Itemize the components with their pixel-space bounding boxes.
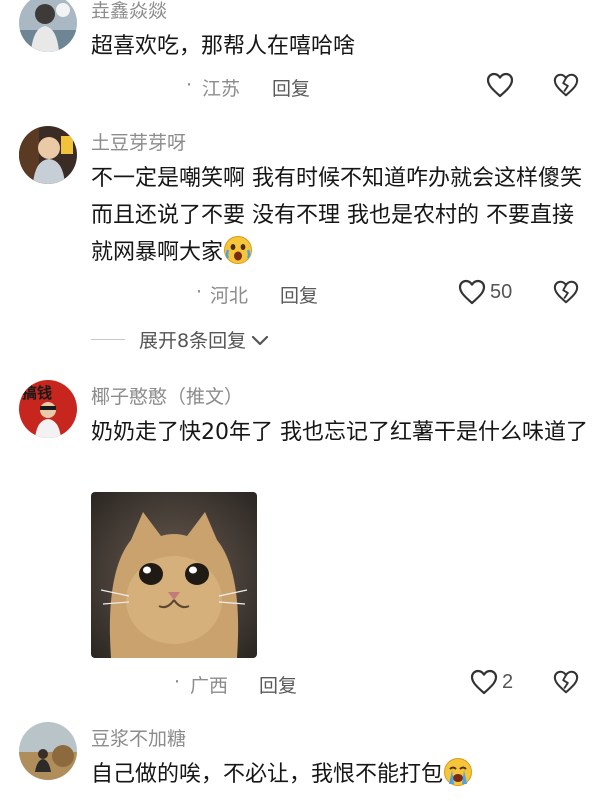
username[interactable]: 椰子憨憨（推文）: [91, 382, 243, 409]
meta-dot: ·: [174, 671, 181, 693]
location-label: 河北: [210, 285, 249, 307]
avatar[interactable]: 搞钱: [19, 380, 77, 438]
comment-text: 奶奶走了快20年了 我也忘记了红薯干是什么味道了: [91, 420, 588, 445]
location-label: 江苏: [202, 78, 241, 100]
avatar[interactable]: [19, 0, 77, 52]
cat-photo[interactable]: [91, 492, 257, 658]
dislike-button[interactable]: [553, 72, 579, 102]
avatar[interactable]: [19, 126, 77, 184]
dislike-button[interactable]: [553, 669, 579, 699]
heart-outline-icon: [486, 72, 514, 98]
location-label: 广西: [190, 675, 229, 697]
reply-button[interactable]: 回复: [259, 671, 297, 698]
comment-text-body: 不一定是嘲笑啊 我有时候不知道咋办就会这样傻笑 而且还说了不要 没有不理 我也是…: [91, 166, 582, 265]
heart-outline-icon: [470, 669, 498, 695]
username[interactable]: 豆浆不加糖: [91, 724, 186, 751]
reply-button[interactable]: 回复: [280, 281, 318, 308]
reply-button[interactable]: 回复: [272, 74, 310, 101]
heart-outline-icon: [458, 279, 486, 305]
expand-replies-button[interactable]: 展开8条回复: [91, 326, 270, 353]
like-button[interactable]: 2: [470, 669, 513, 695]
username[interactable]: 土豆芽芽呀: [91, 128, 186, 155]
comment-text: 自己做的唉，不必让，我恨不能打包: [91, 756, 591, 793]
broken-heart-icon: [553, 280, 579, 304]
comment-text: 不一定是嘲笑啊 我有时候不知道咋办就会这样傻笑 而且还说了不要 没有不理 我也是…: [91, 160, 591, 271]
crying-laughing-emoji: [224, 236, 253, 264]
broken-heart-icon: [553, 73, 579, 97]
meta-dot: ·: [196, 281, 203, 303]
expand-replies-label: 展开8条回复: [139, 330, 247, 352]
chevron-down-icon: [251, 335, 269, 345]
sobbing-emoji: [444, 758, 473, 786]
like-button[interactable]: [486, 72, 514, 98]
meta-dot: ·: [186, 74, 193, 96]
avatar-sign-text: 搞钱: [22, 384, 52, 402]
broken-heart-icon: [553, 670, 579, 694]
comment-text: 超喜欢吃，那帮人在嘻哈啥: [91, 34, 356, 59]
like-count: 2: [502, 670, 514, 693]
comment-text-body: 自己做的唉，不必让，我恨不能打包: [91, 762, 444, 787]
expand-divider: [91, 339, 125, 340]
like-button[interactable]: 50: [458, 279, 512, 305]
dislike-button[interactable]: [553, 279, 579, 309]
like-count: 50: [490, 280, 513, 303]
username[interactable]: 垚鑫焱燚: [91, 0, 167, 23]
avatar[interactable]: [19, 722, 77, 780]
